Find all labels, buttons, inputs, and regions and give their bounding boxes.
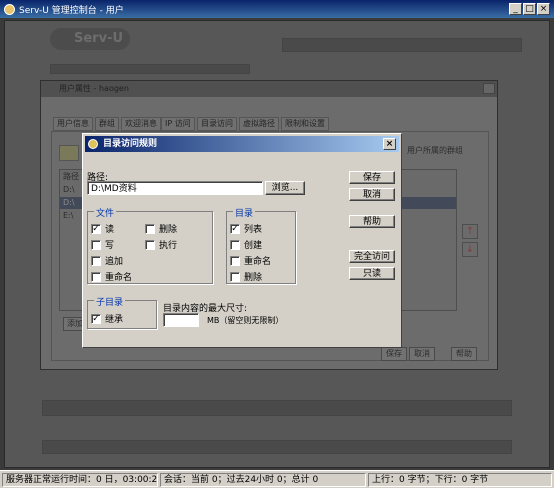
- checkbox-label: 创建: [244, 241, 263, 251]
- checkbox-label: 写: [105, 241, 115, 251]
- minimize-button[interactable]: _: [509, 3, 522, 15]
- user-save-button[interactable]: 保存: [381, 347, 407, 361]
- checkbox-label: 重命名: [105, 273, 133, 283]
- uptime-status: 服务器正常运行时间：0 日，03:00:20: [2, 473, 158, 487]
- list-header-path: 路径: [63, 172, 79, 181]
- save-button[interactable]: 保存: [349, 171, 395, 184]
- user-cancel-button[interactable]: 取消: [409, 347, 435, 361]
- background-footer-bar: [42, 440, 512, 454]
- checkbox-label: 执行: [159, 241, 178, 251]
- transfer-status: 上行：0 字节；下行：0 字节: [368, 473, 552, 487]
- dirs-group-title: 目录: [233, 206, 256, 219]
- tab-groups[interactable]: 群组: [95, 117, 119, 131]
- browse-button[interactable]: 浏览...: [265, 181, 305, 195]
- serv-u-dialog-icon: [88, 139, 98, 149]
- dir-rename-checkbox[interactable]: 重命名: [230, 254, 271, 267]
- checkbox-label: 删除: [159, 225, 178, 235]
- status-bar: 服务器正常运行时间：0 日，03:00:20 会话：当前 0；过去24小时 0；…: [0, 470, 554, 488]
- checkbox-label: 重命名: [244, 257, 272, 267]
- subdirs-group-title: 子目录: [94, 295, 126, 308]
- maximize-button[interactable]: □: [523, 3, 536, 15]
- dir-dialog-close-button[interactable]: ×: [383, 138, 396, 150]
- file-delete-checkbox[interactable]: 删除: [145, 222, 177, 235]
- close-button[interactable]: ×: [537, 3, 550, 15]
- files-group-title: 文件: [94, 206, 117, 219]
- tab-limits-settings[interactable]: 限制和设置: [281, 117, 329, 131]
- file-read-checkbox[interactable]: ✓ 读: [91, 222, 114, 235]
- move-down-arrow-icon[interactable]: ↓: [462, 242, 478, 257]
- check-mark-icon: ✓: [91, 313, 101, 324]
- checkbox-label: 读: [105, 225, 115, 235]
- dir-dialog-title: 目录访问规则: [103, 139, 158, 149]
- tab-welcome-message[interactable]: 欢迎消息: [121, 117, 161, 131]
- group-hint-text: 用户所属的群组: [407, 146, 463, 155]
- file-rename-checkbox[interactable]: 重命名: [91, 270, 132, 283]
- folder-icon: [59, 145, 79, 161]
- tab-dir-access[interactable]: 目录访问: [197, 117, 237, 131]
- cancel-button[interactable]: 取消: [349, 188, 395, 201]
- full-access-button[interactable]: 完全访问: [349, 250, 395, 263]
- dir-create-checkbox[interactable]: 创建: [230, 238, 262, 251]
- user-help-button[interactable]: 帮助: [451, 347, 477, 361]
- check-mark-icon: ✓: [91, 223, 101, 234]
- serv-u-brand-logo: Serv-U: [50, 28, 130, 50]
- file-write-checkbox[interactable]: 写: [91, 238, 114, 251]
- file-execute-checkbox[interactable]: 执行: [145, 238, 177, 251]
- file-append-checkbox[interactable]: 追加: [91, 254, 123, 267]
- serv-u-logo-icon: [4, 3, 15, 15]
- user-dialog-close-icon[interactable]: [483, 83, 495, 94]
- dir-dialog-title-bar: 目录访问规则 ×: [85, 136, 399, 152]
- app-title: Serv-U 管理控制台 - 用户: [19, 5, 124, 16]
- dir-delete-checkbox[interactable]: 删除: [230, 270, 262, 283]
- list-item[interactable]: E:\: [63, 211, 73, 220]
- dir-list-checkbox[interactable]: ✓ 列表: [230, 222, 262, 235]
- list-item[interactable]: D:\: [63, 198, 75, 207]
- path-input[interactable]: D:\MD资料: [87, 181, 263, 195]
- checkbox-label: 列表: [244, 225, 263, 235]
- tab-user-info[interactable]: 用户信息: [53, 117, 93, 131]
- list-item[interactable]: D:\: [63, 185, 75, 194]
- move-up-arrow-icon[interactable]: ↑: [462, 224, 478, 239]
- help-button[interactable]: 帮助: [349, 215, 395, 228]
- inherit-checkbox[interactable]: ✓ 继承: [91, 312, 123, 325]
- max-size-input[interactable]: [163, 313, 199, 327]
- dir-access-rule-dialog: 目录访问规则 × 路径: D:\MD资料 浏览... 保存 取消 帮助 完全访问…: [82, 133, 402, 348]
- dirs-group: 目录 ✓ 列表 创建 重命名 删除: [226, 206, 296, 284]
- checkbox-label: 继承: [105, 315, 124, 325]
- app-title-bar: Serv-U 管理控制台 - 用户 _ □ ×: [0, 0, 554, 18]
- read-only-button[interactable]: 只读: [349, 267, 395, 280]
- user-dialog-title: 用户属性 - haogen: [41, 81, 497, 97]
- max-size-unit-hint: MB（留空则无限制）: [207, 316, 284, 325]
- background-toolbar: [42, 400, 512, 416]
- tab-virtual-paths[interactable]: 虚拟路径: [239, 117, 279, 131]
- checkbox-label: 追加: [105, 257, 124, 267]
- tab-ip-access[interactable]: IP 访问: [161, 117, 195, 131]
- background-banner: [50, 64, 250, 74]
- check-mark-icon: ✓: [230, 223, 240, 234]
- subdirs-group: 子目录 ✓ 继承: [87, 295, 157, 329]
- files-group: 文件 ✓ 读 删除 写 执行 追加 重命名: [87, 206, 213, 284]
- top-nav-bar: [282, 38, 522, 52]
- checkbox-label: 删除: [244, 273, 263, 283]
- sessions-status: 会话：当前 0；过去24小时 0；总计 0: [160, 473, 366, 487]
